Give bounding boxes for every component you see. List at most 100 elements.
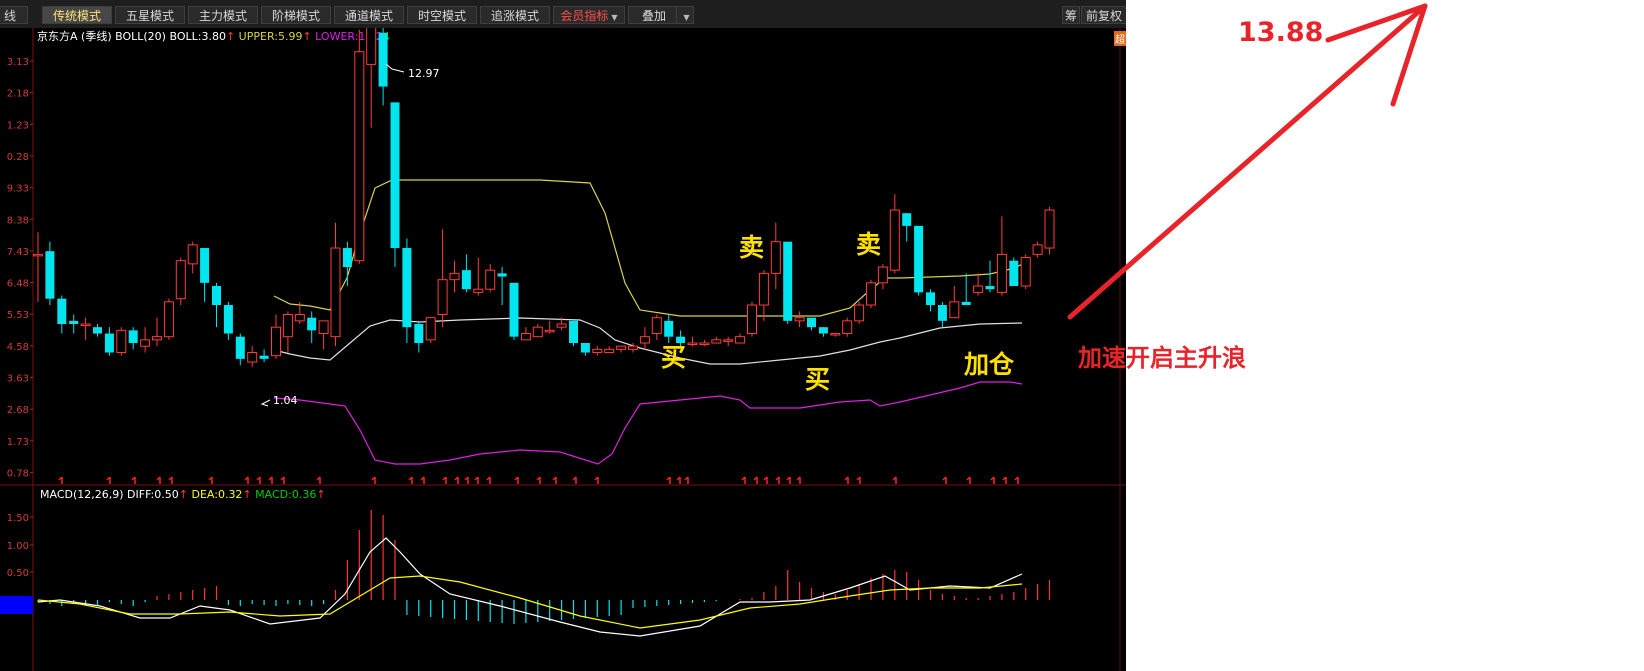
boll-legend: 京东方A (季线) BOLL(20) BOLL:3.80↑ UPPER:5.99…: [37, 29, 392, 43]
candle-body: [854, 304, 865, 322]
candle-body: [735, 336, 746, 344]
toolbar-tab-9[interactable]: 叠加: [628, 6, 680, 24]
target-arrow: [1067, 3, 1428, 320]
candle-body: [116, 329, 127, 354]
candle-body: [807, 317, 816, 328]
candle-body: [437, 279, 448, 316]
price-tick-label: 0.28: [7, 152, 29, 163]
candle-body: [485, 269, 496, 290]
candle-body: [318, 320, 329, 335]
stock-chart-window: 线传统模式 五星模式 主力模式 阶梯模式 通道模式 时空模式 追涨模式 会员指标 ▼ 叠加 ▼ 筹前复…: [0, 0, 1126, 671]
mode-toolbar: 线传统模式 五星模式 主力模式 阶梯模式 通道模式 时空模式 追涨模式 会员指标 ▼ 叠加 ▼ 筹前复…: [0, 0, 1126, 40]
candle-body: [532, 326, 543, 338]
candle-body: [366, 28, 377, 65]
macd-axis-highlight: [0, 596, 33, 614]
arrow-head-left: [1325, 3, 1428, 43]
toolbar-tab-3[interactable]: 主力模式: [188, 6, 258, 24]
toolbar-tab-7[interactable]: 追涨模式: [480, 6, 550, 24]
price-tick-label: 6.48: [7, 279, 29, 290]
candle-body: [80, 323, 91, 327]
toolbar-tab-4[interactable]: 阶梯模式: [261, 6, 331, 24]
candle-body: [877, 266, 888, 284]
macd-tick-label: 1.00: [7, 541, 29, 552]
toolbar-tab-0[interactable]: 线: [0, 6, 28, 24]
toolbar-tab-label: 传统模式: [52, 9, 101, 23]
period-label: (季线): [81, 29, 112, 43]
candle-body: [580, 343, 590, 353]
price-tick-label: 0.78: [7, 468, 29, 479]
low-price-label: 1.04: [273, 394, 298, 407]
macd-name: MACD(12,26,9): [40, 488, 124, 501]
candle-body: [259, 355, 269, 359]
candle-body: [354, 51, 365, 262]
candle-body: [937, 305, 947, 321]
candle-body: [223, 305, 233, 334]
candle-body: [473, 288, 484, 293]
candle-body: [128, 330, 138, 344]
up-arrow-icon: ↑: [226, 30, 239, 43]
candle-body: [914, 225, 924, 293]
macd-background: [0, 486, 1126, 671]
candle-body: [723, 339, 734, 342]
candle-body: [794, 317, 805, 322]
candle-body: [1044, 209, 1055, 249]
candle-body: [651, 317, 662, 335]
toolbar-tab-5[interactable]: 通道模式: [334, 6, 404, 24]
sell-signal-2: 卖: [856, 230, 882, 259]
price-tick-label: 3.13: [7, 57, 29, 68]
boll-value: BOLL:3.80: [169, 30, 225, 43]
macd-tick-label: 0.50: [7, 568, 29, 579]
candle-body: [93, 327, 102, 334]
toolbar-tab-label: 阶梯模式: [271, 9, 320, 23]
toolbar-tab-label: 追涨模式: [490, 9, 539, 23]
toolbar-tab-label: 线: [3, 9, 16, 23]
candle-body: [1020, 257, 1031, 287]
candle-body: [212, 286, 221, 306]
candle-body: [200, 248, 210, 283]
candle-body: [961, 301, 971, 306]
candle-body: [949, 301, 960, 319]
toolbar-tab-10[interactable]: ▼: [676, 6, 694, 24]
candle-body: [889, 209, 900, 271]
toolbar-tab-6[interactable]: 时空模式: [407, 6, 477, 24]
candle-body: [747, 304, 757, 335]
candle-body: [926, 292, 935, 306]
buy-signal-2: 买: [805, 365, 831, 394]
candle-body: [271, 326, 281, 357]
candle-body: [57, 298, 67, 325]
macd-chart[interactable]: MACD(12,26,9) DIFF:0.50↑ DEA:0.32↑ MACD:…: [0, 486, 1126, 671]
candle-body: [294, 314, 305, 322]
candle-body: [509, 282, 519, 337]
candle-body: [783, 241, 793, 321]
candle-body: [902, 213, 912, 226]
candle-body: [33, 253, 43, 257]
candle-body: [639, 336, 650, 344]
candle-body: [830, 333, 841, 336]
candle-body: [390, 102, 400, 249]
toolbar-tab-1[interactable]: 传统模式: [42, 6, 112, 24]
arrow-shaft: [1067, 3, 1428, 320]
toolbar-tab-2[interactable]: 五星模式: [115, 6, 185, 24]
toolbar-tab-label: 五星模式: [125, 9, 174, 23]
candle-body: [449, 272, 460, 281]
candle-body: [402, 248, 412, 328]
caption-main-wave: 加速开启主升浪: [1078, 344, 1246, 372]
candle-body: [664, 320, 674, 337]
candle-body: [770, 241, 781, 274]
macd-legend: MACD(12,26,9) DIFF:0.50↑ DEA:0.32↑ MACD:…: [40, 488, 326, 501]
high-price-label: 12.97: [408, 67, 440, 80]
chart-background: [0, 28, 1126, 486]
candle-body: [461, 270, 471, 290]
stock-name: 京东方A: [37, 29, 78, 43]
candle-body: [711, 339, 722, 344]
candle-body: [140, 339, 151, 347]
candle-body: [378, 32, 388, 87]
boll-candlestick-chart[interactable]: 3.13 2.18 1.23 0.28 9.33 8.38 7.43 6.48 5.53 4.58…: [0, 28, 1126, 486]
toolbar-tab-8[interactable]: 会员指标 ▼: [553, 6, 625, 24]
price-tick-label: 2.68: [7, 405, 29, 416]
dea-value: DEA:0.32: [191, 488, 242, 501]
up-arrow-icon: ↑: [316, 488, 325, 501]
price-tick-label: 3.63: [7, 374, 29, 385]
candle-body: [330, 247, 341, 338]
candle-body: [247, 352, 258, 363]
